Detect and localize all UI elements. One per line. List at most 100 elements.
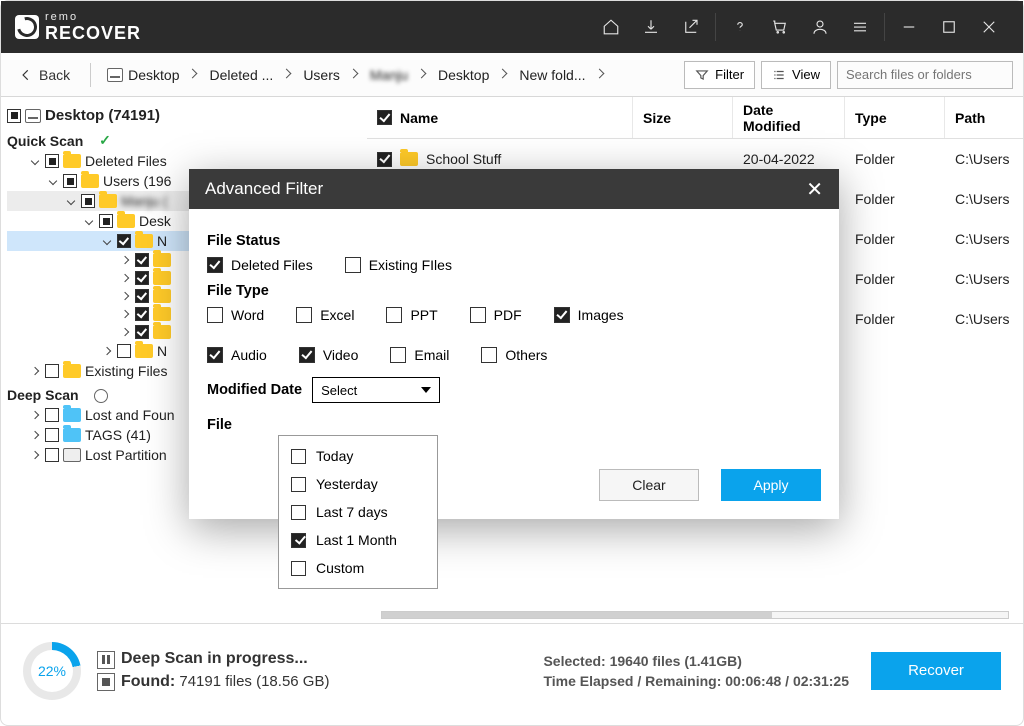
tree-deleted[interactable]: Deleted Files — [7, 151, 360, 171]
col-type[interactable]: Type — [845, 97, 945, 138]
close-icon[interactable]: ✕ — [806, 177, 823, 202]
selection-info: Selected: 19640 files (1.41GB) Time Elap… — [543, 653, 849, 689]
opt-today[interactable]: Today — [279, 442, 437, 470]
recover-button[interactable]: Recover — [871, 652, 1001, 690]
view-button[interactable]: View — [761, 61, 831, 89]
ck-audio[interactable]: Audio — [207, 347, 267, 363]
export-icon[interactable] — [671, 1, 711, 53]
checkbox[interactable] — [135, 289, 149, 303]
menu-icon[interactable] — [840, 1, 880, 53]
checkbox[interactable] — [135, 307, 149, 321]
horizontal-scrollbar[interactable] — [381, 611, 1009, 619]
apply-button[interactable]: Apply — [721, 469, 821, 501]
pause-icon[interactable] — [97, 651, 115, 669]
opt-last-month[interactable]: Last 1 Month — [279, 526, 437, 554]
opt-last7[interactable]: Last 7 days — [279, 498, 437, 526]
chevron-right-icon — [350, 70, 360, 80]
row-checkbox[interactable] — [377, 152, 392, 167]
folder-icon — [63, 408, 81, 422]
status-footer: 22% Deep Scan in progress... Found: 7419… — [1, 623, 1023, 717]
checkbox[interactable] — [117, 344, 131, 358]
folder-icon — [81, 174, 99, 188]
select-all-checkbox[interactable] — [377, 110, 392, 125]
col-path[interactable]: Path — [945, 97, 1023, 138]
crumb-newfold[interactable]: New fold... — [515, 65, 589, 85]
folder-icon — [135, 234, 153, 248]
checkbox[interactable] — [117, 234, 131, 248]
close-icon[interactable] — [969, 1, 1009, 53]
filter-button[interactable]: Filter — [684, 61, 755, 89]
checkbox[interactable] — [45, 408, 59, 422]
tree-root[interactable]: Desktop (74191) — [7, 105, 360, 126]
checkbox[interactable] — [63, 174, 77, 188]
col-date[interactable]: Date Modified — [733, 97, 845, 138]
brand-text: remo — [45, 11, 141, 23]
folder-icon — [135, 344, 153, 358]
ck-existing-files[interactable]: Existing FIles — [345, 257, 452, 273]
checkbox[interactable] — [81, 194, 95, 208]
ck-others[interactable]: Others — [481, 347, 547, 363]
checkbox[interactable] — [7, 109, 21, 123]
modified-date-select[interactable]: Select — [312, 377, 440, 403]
section-file-type: File Type — [207, 283, 821, 299]
checkbox[interactable] — [135, 271, 149, 285]
checkbox[interactable] — [45, 448, 59, 462]
col-name[interactable]: Name — [367, 97, 633, 138]
clear-button[interactable]: Clear — [599, 469, 699, 501]
stop-icon[interactable] — [97, 673, 115, 691]
folder-icon — [63, 364, 81, 378]
checkbox[interactable] — [45, 154, 59, 168]
col-size[interactable]: Size — [633, 97, 733, 138]
crumb-deleted[interactable]: Deleted ... — [205, 65, 277, 85]
ck-word[interactable]: Word — [207, 307, 264, 323]
cart-icon[interactable] — [760, 1, 800, 53]
folder-icon — [63, 428, 81, 442]
user-icon[interactable] — [800, 1, 840, 53]
column-headers: Name Size Date Modified Type Path — [367, 97, 1023, 139]
maximize-icon[interactable] — [929, 1, 969, 53]
chevron-right-icon — [418, 70, 428, 80]
section-modified-date: Modified Date — [207, 382, 302, 398]
chevron-right-icon — [189, 70, 199, 80]
ck-deleted-files[interactable]: Deleted Files — [207, 257, 313, 273]
monitor-icon — [107, 68, 123, 82]
minimize-icon[interactable] — [889, 1, 929, 53]
folder-icon — [153, 289, 171, 303]
ck-email[interactable]: Email — [390, 347, 449, 363]
ck-images[interactable]: Images — [554, 307, 624, 323]
progress-ring: 22% — [23, 642, 81, 700]
crumb-desktop[interactable]: Desktop — [103, 65, 183, 85]
ck-excel[interactable]: Excel — [296, 307, 354, 323]
checkbox[interactable] — [99, 214, 113, 228]
search-input[interactable] — [838, 67, 1024, 82]
help-icon[interactable] — [720, 1, 760, 53]
product-text: RECOVER — [45, 23, 141, 44]
download-icon[interactable] — [631, 1, 671, 53]
scan-status: Deep Scan in progress... Found: 74191 fi… — [97, 650, 329, 690]
ck-ppt[interactable]: PPT — [386, 307, 437, 323]
folder-icon — [117, 214, 135, 228]
chevron-right-icon — [283, 70, 293, 80]
ck-video[interactable]: Video — [299, 347, 359, 363]
quick-scan-label: Quick Scan ✓ — [7, 126, 360, 151]
home-icon[interactable] — [591, 1, 631, 53]
chevron-right-icon — [499, 70, 509, 80]
crumb-user[interactable]: Manju — [366, 65, 412, 85]
search-box — [837, 61, 1013, 89]
opt-yesterday[interactable]: Yesterday — [279, 470, 437, 498]
ck-pdf[interactable]: PDF — [470, 307, 522, 323]
opt-custom[interactable]: Custom — [279, 554, 437, 582]
dialog-title: Advanced Filter — [205, 179, 323, 199]
app-logo: remo RECOVER — [15, 11, 141, 44]
crumb-users[interactable]: Users — [299, 65, 344, 85]
folder-icon — [99, 194, 117, 208]
chevron-down-icon — [421, 387, 431, 393]
checkbox[interactable] — [45, 364, 59, 378]
crumb-desktop2[interactable]: Desktop — [434, 65, 493, 85]
checkbox[interactable] — [135, 325, 149, 339]
checkbox[interactable] — [135, 253, 149, 267]
date-dropdown: Today Yesterday Last 7 days Last 1 Month… — [278, 435, 438, 589]
checkbox[interactable] — [45, 428, 59, 442]
back-button[interactable]: Back — [11, 63, 78, 87]
section-file-size: File — [207, 417, 232, 433]
